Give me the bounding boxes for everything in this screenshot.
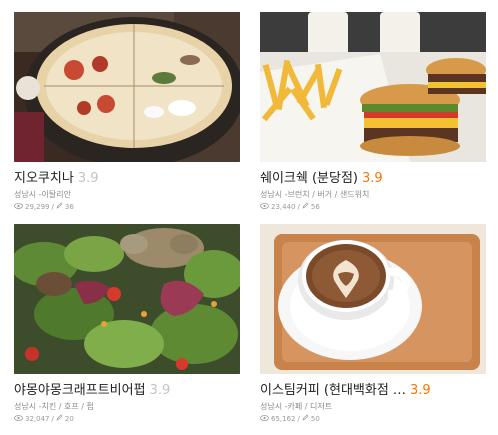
restaurant-name[interactable]: 쉐이크쉑 (분당점) [260,171,358,186]
salad-photo-icon [14,224,240,374]
restaurant-photo-pizza[interactable] [14,12,240,162]
restaurant-title-row: 쉐이크쉑 (분당점) 3.9 [260,167,486,186]
restaurant-name[interactable]: 지오쿠치나 [14,171,74,186]
stats-separator: / [297,202,300,211]
restaurant-rating: 3.9 [77,171,99,186]
eye-icon [260,202,269,211]
restaurant-title-row: 지오쿠치나 3.9 [14,167,240,186]
eye-icon [260,414,269,423]
restaurant-rating: 3.9 [362,171,383,186]
views-count: 32,047 [25,414,50,423]
restaurant-photo-latte[interactable] [260,224,486,374]
reviews-count: 20 [64,414,74,423]
restaurant-photo-salad[interactable] [14,224,240,374]
pencil-icon [56,202,63,211]
latte-photo-icon [260,224,486,374]
pencil-icon [302,414,309,423]
views-count: 23,440 [271,202,296,211]
eye-icon [14,414,23,423]
reviews-count: 56 [310,202,320,211]
restaurant-stats: 65,162 / 50 [260,414,320,423]
stats-separator: / [297,414,300,423]
restaurant-location-category: 성남시 -이탈리안 [14,190,71,199]
views-count: 65,162 [271,414,296,423]
restaurant-stats: 29,299 / 36 [14,202,74,211]
pencil-icon [56,414,63,423]
restaurant-stats: 23,440 / 56 [260,202,320,211]
eye-icon [14,202,23,211]
restaurant-photo-burger[interactable] [260,12,486,162]
restaurant-location-category: 성남시 -치킨 / 호프 / 펍 [14,402,94,411]
restaurant-title-row: 야몽야몽크래프트비어펍 3.9 [14,379,240,398]
pizza-photo-icon [14,12,240,162]
stats-separator: / [51,414,54,423]
stats-separator: / [51,202,54,211]
restaurant-location-category: 성남시 -브런치 / 버거 / 샌드위치 [260,190,370,199]
restaurant-stats: 32,047 / 20 [14,414,74,423]
restaurant-rating: 3.9 [149,383,171,398]
restaurant-name[interactable]: 이스팀커피 (현대백화점 … [260,383,406,398]
reviews-count: 50 [310,414,320,423]
restaurant-location-category: 성남시 -카페 / 디저트 [260,402,333,411]
restaurant-card[interactable]: 쉐이크쉑 (분당점) 3.9 성남시 -브런치 / 버거 / 샌드위치 23,44… [260,12,486,217]
restaurant-rating: 3.9 [409,383,431,398]
restaurant-card[interactable]: 지오쿠치나 3.9 성남시 -이탈리안 29,299 / 36 [14,12,240,217]
restaurant-name[interactable]: 야몽야몽크래프트비어펍 [14,383,146,398]
pencil-icon [302,202,309,211]
burger-fries-photo-icon [260,12,486,162]
views-count: 29,299 [25,202,50,211]
restaurant-title-row: 이스팀커피 (현대백화점 … 3.9 [260,379,486,398]
restaurant-card[interactable]: 야몽야몽크래프트비어펍 3.9 성남시 -치킨 / 호프 / 펍 32,047 /… [14,224,240,429]
restaurant-card[interactable]: 이스팀커피 (현대백화점 … 3.9 성남시 -카페 / 디저트 65,162 /… [260,224,486,429]
reviews-count: 36 [64,202,74,211]
